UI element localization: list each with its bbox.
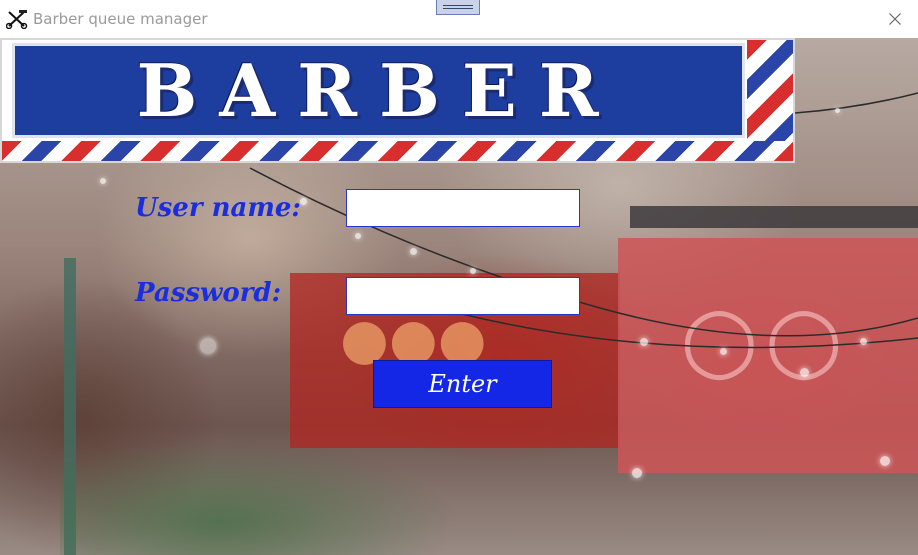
bokeh-light bbox=[835, 108, 840, 113]
drag-grip-handle[interactable] bbox=[436, 0, 480, 15]
scissors-comb-icon bbox=[5, 9, 28, 30]
close-button[interactable] bbox=[872, 0, 918, 38]
bokeh-light bbox=[300, 198, 307, 205]
bokeh-light bbox=[640, 338, 648, 346]
bokeh-light bbox=[100, 178, 106, 184]
password-field[interactable] bbox=[346, 277, 580, 315]
bokeh-light bbox=[632, 468, 642, 478]
window-title: Barber queue manager bbox=[33, 10, 208, 28]
username-label: User name: bbox=[135, 193, 302, 223]
bokeh-light bbox=[470, 268, 476, 274]
barber-banner: BARBER bbox=[0, 38, 795, 163]
bokeh-light bbox=[200, 338, 216, 354]
bokeh-light bbox=[860, 338, 867, 345]
close-icon bbox=[889, 10, 901, 29]
banner-title: BARBER bbox=[136, 48, 621, 133]
bokeh-light bbox=[720, 348, 727, 355]
bokeh-light bbox=[355, 233, 361, 239]
banner-panel: BARBER bbox=[12, 43, 745, 138]
bokeh-light bbox=[410, 248, 417, 255]
password-label: Password: bbox=[135, 278, 282, 308]
username-field[interactable] bbox=[346, 189, 580, 227]
enter-button[interactable]: Enter bbox=[373, 360, 552, 408]
bokeh-light bbox=[800, 368, 809, 377]
banner-stripes-bottom bbox=[2, 141, 793, 161]
bokeh-light bbox=[880, 456, 890, 466]
